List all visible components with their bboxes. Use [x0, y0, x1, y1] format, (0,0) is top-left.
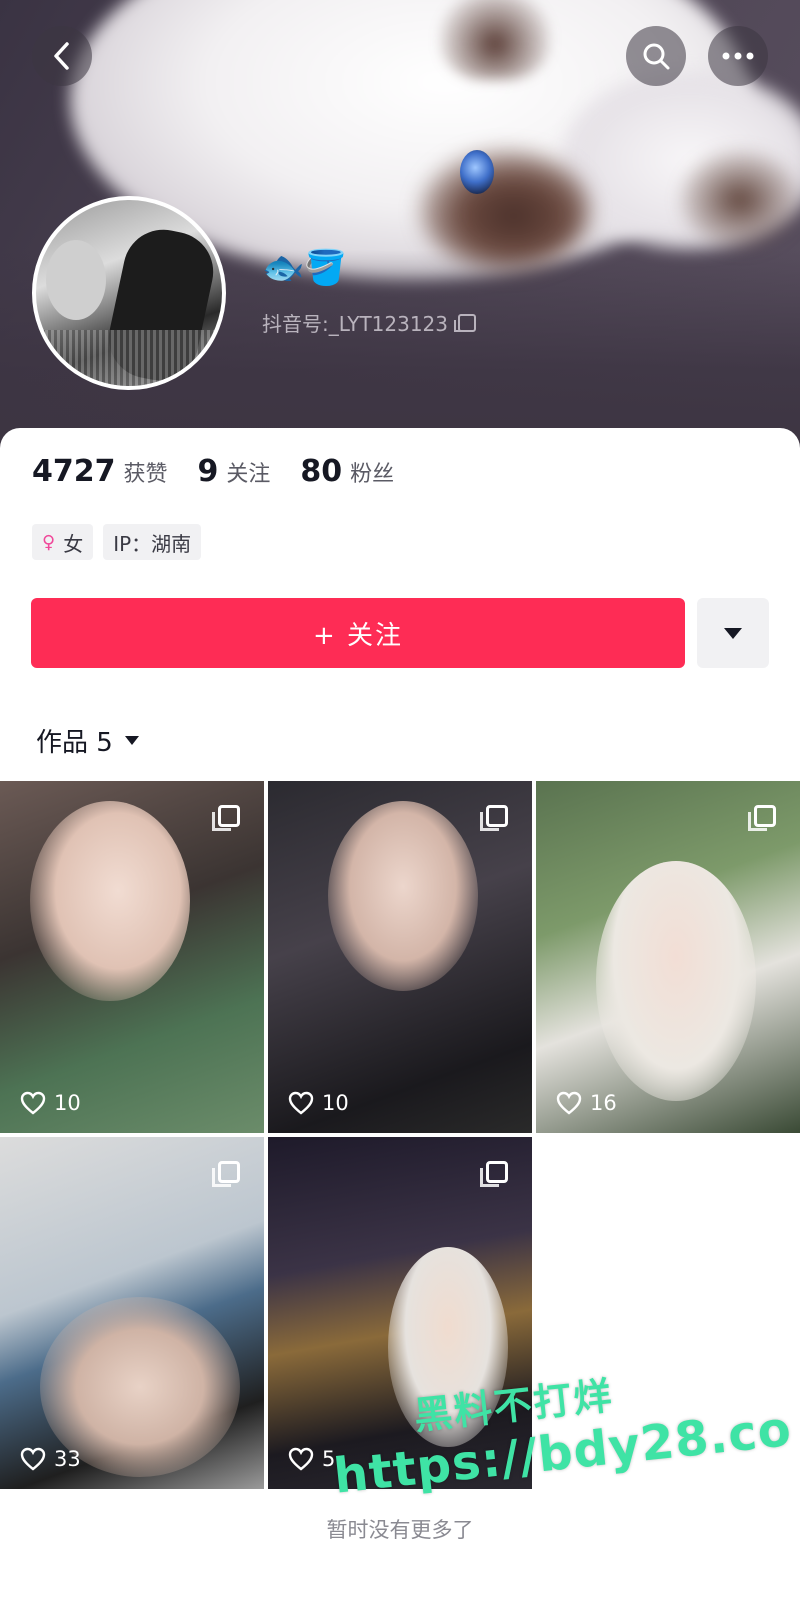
nickname: 🐟🪣: [262, 248, 347, 288]
work-item[interactable]: 10: [0, 781, 264, 1133]
work-likes: 10: [20, 1091, 81, 1115]
work-thumbnail: [328, 801, 478, 991]
multi-image-icon: [212, 1161, 240, 1187]
likes-label: 获赞: [123, 462, 168, 487]
work-thumbnail: [30, 801, 190, 1001]
work-item[interactable]: 16: [536, 781, 800, 1133]
followers-stat[interactable]: 80 粉丝: [300, 454, 394, 489]
female-icon: ♀: [42, 531, 56, 553]
work-likes: 10: [288, 1091, 349, 1115]
heart-icon: [288, 1091, 314, 1115]
work-likes-count: 10: [322, 1091, 349, 1115]
follow-button[interactable]: + 关注: [31, 598, 685, 668]
profile-stats: 4727 获赞 9 关注 80 粉丝: [32, 454, 424, 489]
following-label: 关注: [226, 462, 271, 487]
works-tab-label: 作品 5: [36, 728, 113, 758]
work-likes-count: 10: [54, 1091, 81, 1115]
more-dots-icon: [722, 52, 754, 60]
more-button[interactable]: [708, 26, 768, 86]
douyin-id-text: 抖音号:_LYT123123: [262, 312, 449, 336]
cover-cat-ear-right: [680, 150, 800, 250]
work-likes-count: 16: [590, 1091, 617, 1115]
search-button[interactable]: [626, 26, 686, 86]
multi-image-icon: [480, 1161, 508, 1187]
heart-icon: [288, 1447, 314, 1471]
gender-tag: ♀ 女: [32, 524, 94, 560]
caret-down-icon: [124, 736, 139, 745]
work-item[interactable]: 33: [0, 1137, 264, 1489]
work-likes: 5: [288, 1447, 335, 1471]
heart-icon: [20, 1447, 46, 1471]
avatar-face: [46, 240, 106, 320]
work-item[interactable]: 10: [268, 781, 532, 1133]
followers-count: 80: [300, 454, 343, 489]
work-likes: 16: [556, 1091, 617, 1115]
avatar-sea: [36, 330, 222, 386]
ip-tag: IP：湖南: [103, 524, 202, 560]
followers-label: 粉丝: [350, 462, 395, 487]
following-count: 9: [197, 454, 219, 489]
heart-icon: [556, 1091, 582, 1115]
chevron-left-icon: [54, 42, 69, 70]
avatar[interactable]: [32, 196, 226, 390]
no-more-text: 暂时没有更多了: [326, 1518, 474, 1542]
likes-count: 4727: [32, 454, 116, 489]
likes-stat[interactable]: 4727 获赞: [32, 454, 168, 489]
caret-down-icon: [724, 627, 742, 639]
multi-image-icon: [212, 805, 240, 831]
multi-image-icon: [480, 805, 508, 831]
follow-button-label: + 关注: [312, 620, 404, 651]
tab-works[interactable]: 作品 5: [36, 722, 139, 759]
search-icon: [643, 43, 670, 70]
heart-icon: [20, 1091, 46, 1115]
work-thumbnail: [596, 861, 756, 1101]
douyin-id[interactable]: 抖音号:_LYT123123: [262, 308, 477, 337]
copy-icon[interactable]: [454, 313, 477, 332]
multi-image-icon: [748, 805, 776, 831]
recommend-dropdown-button[interactable]: [697, 598, 769, 668]
gender-label: 女: [63, 531, 84, 556]
work-likes-count: 33: [54, 1447, 81, 1471]
cover-cat-ear: [440, 0, 550, 80]
cover-cat-eye: [460, 150, 494, 194]
following-stat[interactable]: 9 关注: [198, 454, 271, 489]
work-likes: 33: [20, 1447, 81, 1471]
back-button[interactable]: [32, 26, 92, 86]
ip-label: IP：湖南: [113, 531, 192, 556]
profile-tags: ♀ 女 IP：湖南: [32, 524, 202, 560]
